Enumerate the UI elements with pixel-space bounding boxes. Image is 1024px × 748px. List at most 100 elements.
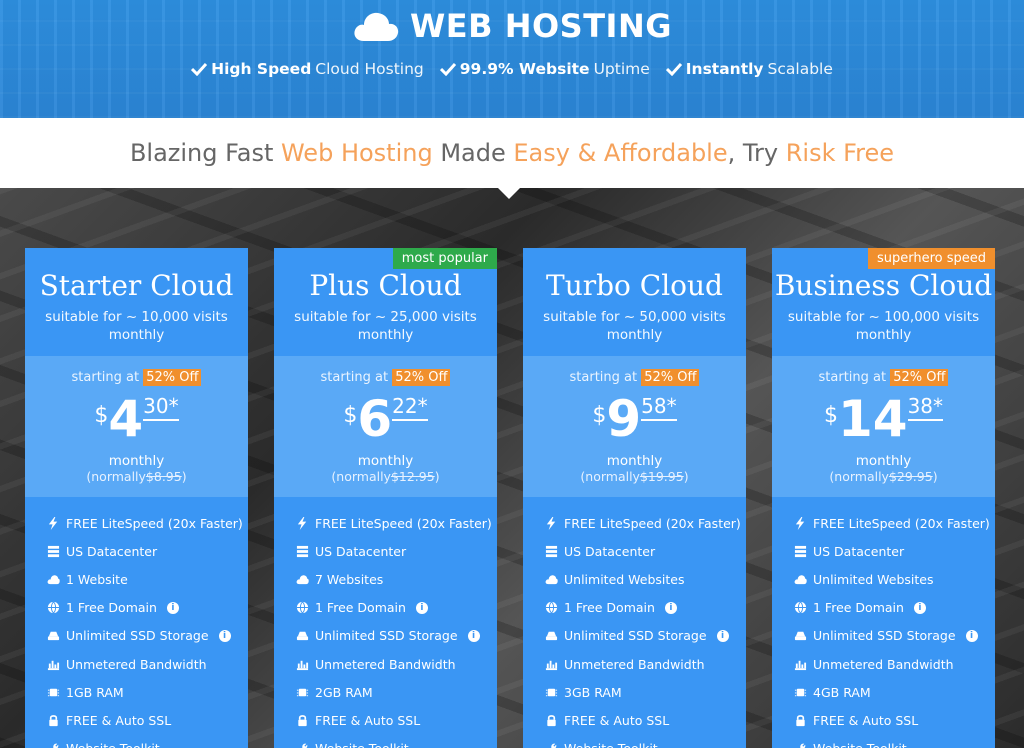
wrench-icon bbox=[551, 743, 557, 748]
price-integer: 14 bbox=[837, 390, 908, 448]
feature-text: FREE & Auto SSL bbox=[564, 712, 670, 728]
feature-list: FREE LiteSpeed (20x Faster) US Datacenter… bbox=[772, 497, 995, 748]
normally-price: $19.95 bbox=[639, 469, 684, 484]
drive-icon bbox=[296, 632, 309, 641]
info-icon[interactable]: i bbox=[664, 601, 677, 614]
lock-icon bbox=[547, 715, 556, 726]
server-icon bbox=[545, 545, 558, 557]
feature-item: 1 Free Domain i bbox=[47, 594, 248, 622]
cloud-icon bbox=[47, 575, 60, 585]
hero-feature-bold: High Speed bbox=[211, 60, 312, 78]
feature-item: Unlimited SSD Storage i bbox=[545, 622, 746, 650]
plan-period: monthly bbox=[606, 327, 663, 343]
discount-badge: 52% Off bbox=[143, 369, 202, 386]
feature-text: 7 Websites bbox=[315, 571, 384, 587]
feature-item: 2GB RAM bbox=[296, 678, 497, 706]
normally-label: (normally bbox=[580, 469, 640, 484]
pricing-card-business-cloud[interactable]: superhero speed Business Cloud suitable … bbox=[772, 248, 995, 748]
globe-icon bbox=[47, 601, 60, 614]
feature-item: 1 Free Domain i bbox=[296, 594, 497, 622]
info-icon[interactable]: i bbox=[467, 629, 480, 642]
check-icon bbox=[665, 62, 682, 76]
normal-price: (normally$12.95) bbox=[274, 469, 497, 484]
feature-item: Unlimited SSD Storage i bbox=[47, 622, 248, 650]
price-integer: 9 bbox=[606, 390, 642, 448]
feature-item: 1 Free Domain i bbox=[794, 594, 995, 622]
hero-feature-light: Uptime bbox=[593, 60, 650, 78]
lightning-icon bbox=[795, 516, 805, 530]
feature-text: FREE LiteSpeed (20x Faster) bbox=[564, 515, 741, 531]
feature-text: FREE & Auto SSL bbox=[315, 712, 421, 728]
plan-period: monthly bbox=[108, 327, 165, 343]
plan-visits: suitable for ~ 100,000 visits bbox=[787, 309, 980, 325]
feature-item: FREE & Auto SSL bbox=[794, 706, 995, 734]
info-icon[interactable]: i bbox=[415, 601, 428, 614]
feature-text: 2GB RAM bbox=[315, 684, 373, 700]
lightning-icon bbox=[297, 516, 307, 530]
feature-item: Unmetered Bandwidth bbox=[47, 650, 248, 678]
price-cents: 58* bbox=[641, 395, 677, 421]
discount-badge: 52% Off bbox=[890, 369, 949, 386]
feature-item: 1GB RAM bbox=[47, 678, 248, 706]
info-icon[interactable]: i bbox=[716, 629, 729, 642]
pricing-card-turbo-cloud[interactable]: Turbo Cloud suitable for ~ 50,000 visits… bbox=[523, 248, 746, 748]
normally-price: $29.95 bbox=[888, 469, 933, 484]
normal-price: (normally$19.95) bbox=[523, 469, 746, 484]
price-period: monthly bbox=[606, 453, 663, 469]
feature-item: Unmetered Bandwidth bbox=[545, 650, 746, 678]
feature-item: Unmetered Bandwidth bbox=[794, 650, 995, 678]
feature-text: FREE & Auto SSL bbox=[66, 712, 172, 728]
feature-item: 3GB RAM bbox=[545, 678, 746, 706]
hero-feature: High Speed Cloud Hosting bbox=[191, 58, 424, 80]
feature-item: Unlimited Websites bbox=[794, 565, 995, 593]
check-icon bbox=[191, 62, 208, 76]
feature-text: Unlimited Websites bbox=[564, 571, 685, 587]
feature-text: Unlimited SSD Storage bbox=[66, 628, 209, 644]
bandwidth-icon bbox=[296, 660, 309, 670]
normally-close: ) bbox=[181, 469, 187, 484]
feature-item: FREE & Auto SSL bbox=[296, 706, 497, 734]
price-currency: $ bbox=[343, 403, 358, 428]
pricing-card-starter-cloud[interactable]: Starter Cloud suitable for ~ 10,000 visi… bbox=[25, 248, 248, 748]
starting-at-label: starting at 52% Off bbox=[25, 356, 248, 386]
globe-icon bbox=[545, 601, 558, 614]
price-box: starting at 52% Off $ 14 38* monthly (no… bbox=[772, 356, 995, 497]
normally-price: $8.95 bbox=[145, 469, 182, 484]
price: $ 9 58* bbox=[523, 389, 746, 453]
feature-item: Unmetered Bandwidth bbox=[296, 650, 497, 678]
pricing-card-plus-cloud[interactable]: most popular Plus Cloud suitable for ~ 2… bbox=[274, 248, 497, 748]
info-icon[interactable]: i bbox=[965, 629, 978, 642]
bandwidth-icon bbox=[545, 660, 558, 670]
info-icon[interactable]: i bbox=[166, 601, 179, 614]
normally-price: $12.95 bbox=[390, 469, 435, 484]
feature-text: Website Toolkit bbox=[66, 741, 160, 748]
feature-item: FREE LiteSpeed (20x Faster) bbox=[794, 509, 995, 537]
feature-text: 4GB RAM bbox=[813, 684, 871, 700]
feature-text: Unmetered Bandwidth bbox=[66, 656, 207, 672]
feature-text: US Datacenter bbox=[564, 543, 656, 559]
price-period: monthly bbox=[108, 453, 165, 469]
drive-icon bbox=[794, 632, 807, 641]
feature-text: US Datacenter bbox=[66, 543, 158, 559]
hero-banner: WEB HOSTING High Speed Cloud Hosting 99.… bbox=[0, 0, 1024, 118]
chip-icon bbox=[545, 688, 558, 696]
plan-period: monthly bbox=[357, 327, 414, 343]
starting-at-label: starting at 52% Off bbox=[772, 356, 995, 386]
feature-text: 1 Free Domain bbox=[564, 600, 655, 616]
tagline-highlight: Easy & Affordable bbox=[513, 139, 728, 167]
cloud-icon bbox=[794, 575, 807, 585]
lock-icon bbox=[49, 715, 58, 726]
card-header: Starter Cloud suitable for ~ 10,000 visi… bbox=[25, 248, 248, 356]
info-icon[interactable]: i bbox=[913, 601, 926, 614]
feature-text: Website Toolkit bbox=[813, 741, 907, 748]
feature-item: Website Toolkit bbox=[545, 735, 746, 748]
feature-text: Website Toolkit bbox=[564, 741, 658, 748]
lock-icon bbox=[796, 715, 805, 726]
price-integer: 6 bbox=[357, 390, 393, 448]
normally-label: (normally bbox=[86, 469, 146, 484]
info-icon[interactable]: i bbox=[218, 629, 231, 642]
price-cents: 30* bbox=[143, 395, 179, 421]
feature-text: Unmetered Bandwidth bbox=[315, 656, 456, 672]
feature-text: Unlimited SSD Storage bbox=[813, 628, 956, 644]
chip-icon bbox=[296, 688, 309, 696]
